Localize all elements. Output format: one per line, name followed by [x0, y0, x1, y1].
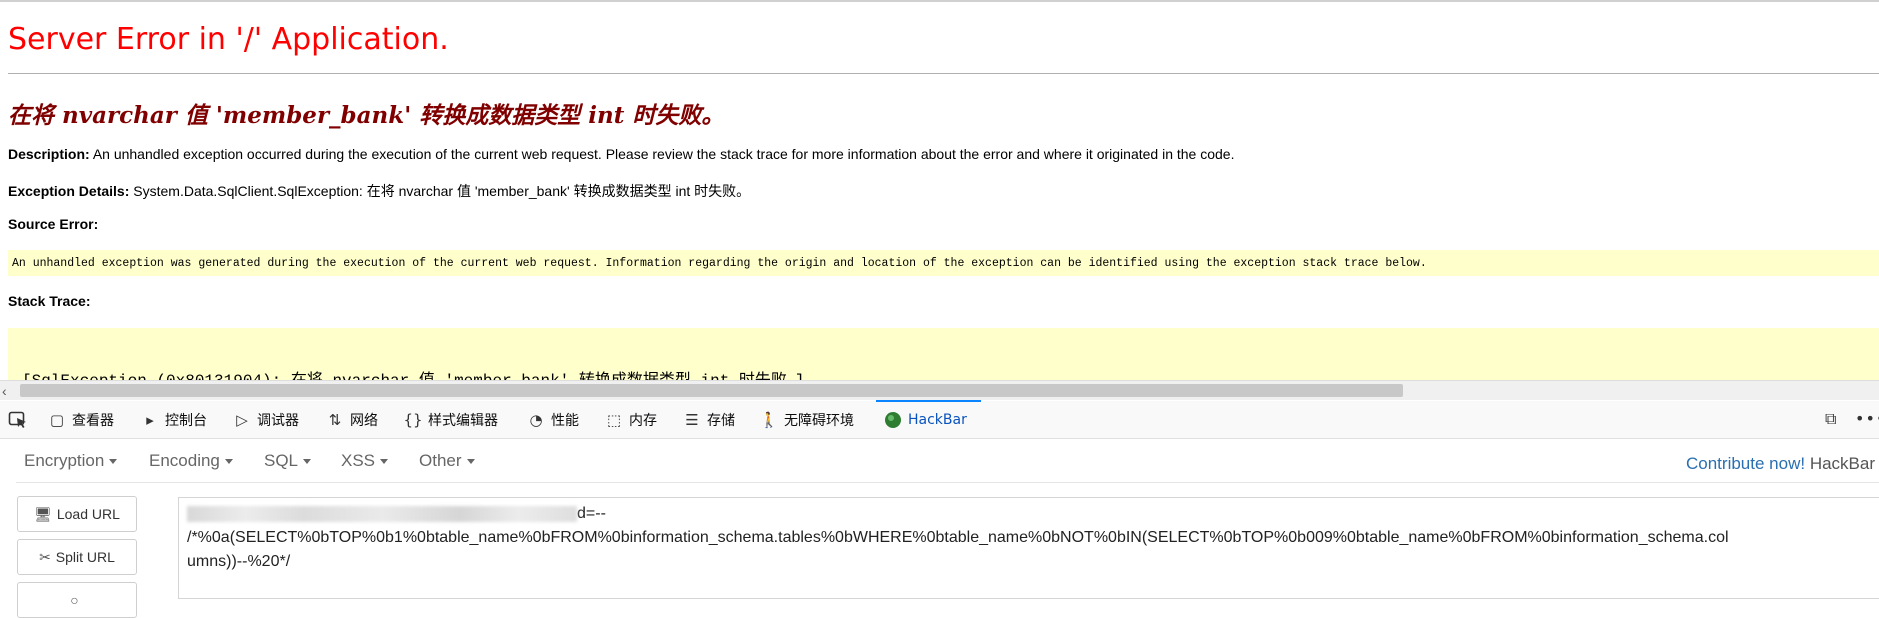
- tab-performance[interactable]: ◔ 性能: [527, 401, 579, 438]
- chevron-down-icon: [380, 459, 389, 465]
- horizontal-scrollbar[interactable]: ‹: [0, 380, 1879, 400]
- tab-label: 查看器: [72, 412, 114, 429]
- tab-label: 控制台: [165, 412, 207, 429]
- menu-label: XSS: [341, 451, 376, 470]
- url-line-text: d=--: [577, 505, 606, 522]
- split-url-button[interactable]: ✂ Split URL: [17, 539, 137, 575]
- hackbar-icon: [884, 411, 902, 429]
- menu-encoding[interactable]: Encoding: [149, 451, 233, 471]
- style-editor-icon: {}: [403, 410, 423, 429]
- exception-details-row: Exception Details: System.Data.SqlClient…: [8, 181, 750, 201]
- console-icon: ▸: [146, 410, 154, 429]
- url-line-1: d=--: [187, 502, 1871, 526]
- error-subtitle: 在将 nvarchar 值 'member_bank' 转换成数据类型 int …: [8, 102, 725, 129]
- exception-text: System.Data.SqlClient.SqlException: 在将 n…: [133, 183, 751, 199]
- execute-icon: ○: [70, 592, 79, 608]
- source-error-text: An unhandled exception was generated dur…: [12, 257, 1427, 270]
- element-picker-icon[interactable]: [8, 410, 28, 430]
- menu-label: Other: [419, 451, 462, 470]
- debugger-icon: ▷: [236, 410, 248, 429]
- menu-label: Encoding: [149, 451, 220, 470]
- url-textarea[interactable]: d=-- /*%0a(SELECT%0bTOP%0b1%0btable_name…: [178, 497, 1879, 599]
- url-line-3: umns))--%20*/: [187, 553, 291, 570]
- memory-icon: ⬚: [606, 410, 622, 429]
- devtools-toolbar: ▢ 查看器 ▸ 控制台 ▷ 调试器 ⇅ 网络 {} 样式编辑器 ◔ 性能 ⬚ 内…: [0, 400, 1879, 439]
- stack-trace-label: Stack Trace:: [8, 293, 91, 309]
- chevron-down-icon: [224, 459, 233, 465]
- top-border: [0, 0, 1879, 2]
- tab-label: 性能: [551, 412, 579, 429]
- menu-xss[interactable]: XSS: [341, 451, 389, 471]
- scissors-icon: ✂: [39, 548, 51, 565]
- hackbar-menu: Encryption Encoding SQL XSS Other Contri…: [16, 442, 1879, 483]
- menu-other[interactable]: Other: [419, 451, 475, 471]
- storage-icon: ☰: [685, 410, 699, 429]
- tab-memory[interactable]: ⬚ 内存: [605, 401, 657, 438]
- error-title: Server Error in '/' Application.: [8, 22, 449, 57]
- contribute-link[interactable]: Contribute now!: [1686, 454, 1805, 473]
- tab-style-editor[interactable]: {} 样式编辑器: [403, 401, 498, 438]
- load-url-button[interactable]: 🖥 Load URL: [17, 496, 137, 532]
- network-icon: ⇅: [328, 410, 342, 429]
- description-row: Description: An unhandled exception occu…: [8, 146, 1234, 162]
- chevron-down-icon: [303, 459, 312, 465]
- inspector-icon: ▢: [49, 410, 65, 429]
- menu-label: Encryption: [24, 451, 105, 470]
- scrollbar-thumb[interactable]: [20, 384, 1403, 397]
- tab-accessibility[interactable]: 🚶 无障碍环境: [760, 401, 854, 438]
- tab-label: 样式编辑器: [428, 412, 498, 429]
- menu-label: SQL: [264, 451, 299, 470]
- redacted-region: [187, 505, 577, 522]
- tab-label: 无障碍环境: [784, 412, 854, 429]
- title-divider: [8, 73, 1879, 74]
- url-line-2: /*%0a(SELECT%0bTOP%0b1%0btable_name%0bFR…: [187, 529, 1729, 546]
- load-url-label: Load URL: [56, 506, 120, 522]
- source-error-label: Source Error:: [8, 216, 99, 232]
- scroll-left-icon[interactable]: ‹: [2, 382, 7, 400]
- description-label: Description:: [8, 146, 90, 162]
- tab-label: HackBar: [908, 411, 967, 428]
- chevron-down-icon: [466, 459, 475, 465]
- exception-label: Exception Details:: [8, 183, 130, 199]
- chevron-down-icon: [109, 459, 118, 465]
- contribute-area: Contribute now! HackBar: [1686, 454, 1875, 474]
- dock-options-icon[interactable]: ⧉: [1825, 409, 1836, 429]
- tab-label: 内存: [629, 412, 657, 429]
- tab-inspector[interactable]: ▢ 查看器: [48, 401, 114, 438]
- tab-label: 调试器: [257, 412, 299, 429]
- load-url-icon: 🖥: [34, 505, 52, 522]
- more-options-icon[interactable]: •••: [1855, 409, 1879, 428]
- split-url-label: Split URL: [55, 549, 115, 565]
- menu-encryption[interactable]: Encryption: [24, 451, 118, 471]
- menu-sql[interactable]: SQL: [264, 451, 312, 471]
- performance-icon: ◔: [529, 410, 543, 429]
- tab-console[interactable]: ▸ 控制台: [141, 401, 207, 438]
- tab-hackbar[interactable]: HackBar: [876, 400, 981, 438]
- tab-network[interactable]: ⇅ 网络: [326, 401, 378, 438]
- accessibility-icon: 🚶: [759, 410, 779, 429]
- description-text: An unhandled exception occurred during t…: [92, 146, 1235, 162]
- tab-debugger[interactable]: ▷ 调试器: [233, 401, 299, 438]
- source-error-box: An unhandled exception was generated dur…: [8, 250, 1879, 276]
- tab-storage[interactable]: ☰ 存储: [683, 401, 735, 438]
- error-page: Server Error in '/' Application. 在将 nvar…: [0, 0, 1879, 400]
- hackbar-brand: HackBar: [1809, 454, 1875, 473]
- hackbar-panel: Encryption Encoding SQL XSS Other Contri…: [0, 439, 1879, 618]
- execute-button[interactable]: ○: [17, 582, 137, 618]
- tab-label: 存储: [707, 412, 735, 429]
- tab-label: 网络: [350, 412, 378, 429]
